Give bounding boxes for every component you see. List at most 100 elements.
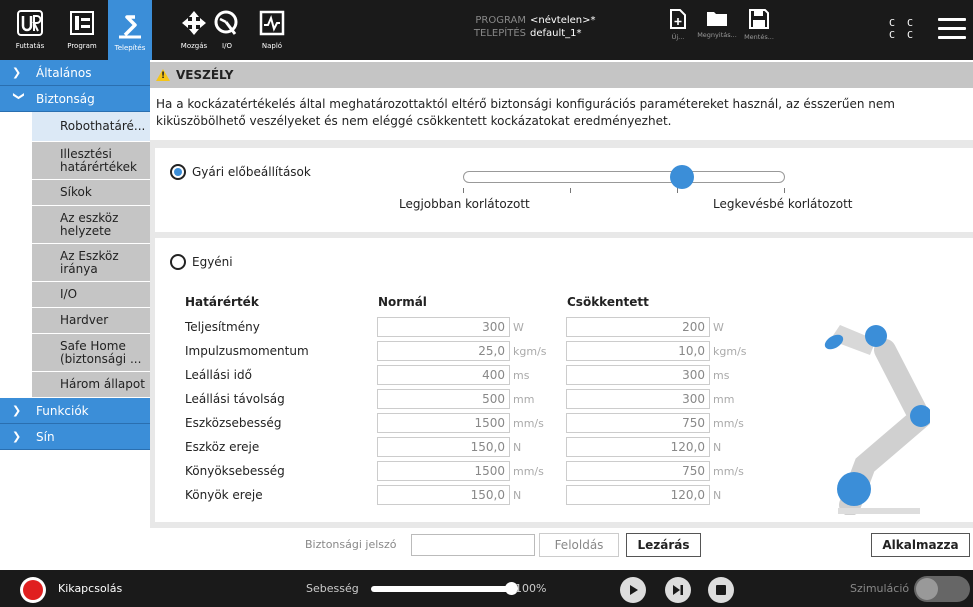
open-file-button[interactable]: Megnyitás...: [692, 8, 742, 54]
stop-icon: [716, 585, 726, 595]
limit-row-label: Impulzusmomentum: [185, 344, 309, 358]
normal-limit-field[interactable]: 400: [377, 365, 510, 385]
sidebar-item-three-position[interactable]: Három állapot: [32, 372, 150, 398]
sidebar-item-io[interactable]: I/O: [32, 282, 150, 308]
sidebar-section-safety[interactable]: ❯ Biztonság: [0, 86, 150, 112]
custom-radio[interactable]: [170, 254, 186, 270]
sidebar-item-label: I/O: [60, 287, 78, 301]
apply-button[interactable]: Alkalmazza: [871, 533, 970, 557]
lock-button[interactable]: Lezárás: [626, 533, 701, 557]
unit-label: W: [513, 321, 524, 334]
step-button[interactable]: [665, 577, 691, 603]
sidebar-item-tool-position[interactable]: Az eszköz helyzete: [32, 206, 150, 244]
restriction-slider-track[interactable]: [463, 171, 785, 183]
installation-icon: [115, 10, 145, 40]
password-input[interactable]: [411, 534, 535, 556]
normal-limit-field[interactable]: 25,0: [377, 341, 510, 361]
bottom-bar: Kikapcsolás Sebesség 100% Szimuláció: [0, 570, 973, 607]
power-label[interactable]: Kikapcsolás: [58, 582, 122, 595]
warning-icon: !: [156, 69, 170, 81]
sidebar: ❯ Általános ❯ Biztonság Robothatáré... I…: [0, 60, 150, 572]
slider-tick: [784, 188, 785, 193]
unit-label: mm/s: [513, 417, 544, 430]
factory-presets-panel: [155, 148, 973, 232]
sidebar-section-features[interactable]: ❯ Funkciók: [0, 398, 150, 424]
factory-presets-radio[interactable]: [170, 164, 186, 180]
slider-tick: [463, 188, 464, 193]
reduced-limit-field[interactable]: 120,0: [566, 485, 710, 505]
sidebar-item-tool-direction[interactable]: Az Eszköz iránya: [32, 244, 150, 282]
col-header-normal: Normál: [378, 295, 427, 309]
reduced-limit-field[interactable]: 750: [566, 413, 710, 433]
factory-presets-label: Gyári előbeállítások: [192, 165, 311, 179]
normal-limit-field[interactable]: 150,0: [377, 437, 510, 457]
nav-run-button[interactable]: Futtatás: [6, 4, 54, 58]
stop-button[interactable]: [708, 577, 734, 603]
reduced-limit-field[interactable]: 200: [566, 317, 710, 337]
limit-row-label: Leállási idő: [185, 368, 252, 382]
chevron-right-icon: ❯: [12, 430, 22, 443]
reduced-limit-field[interactable]: 10,0: [566, 341, 710, 361]
section-label: Általános: [36, 65, 92, 80]
save-file-button[interactable]: Mentés...: [738, 8, 780, 54]
chevron-right-icon: ❯: [12, 66, 22, 79]
unit-label: N: [713, 489, 722, 502]
restriction-slider-handle[interactable]: [669, 165, 694, 189]
sidebar-item-safe-home[interactable]: Safe Home (biztonsági ...: [32, 334, 150, 372]
program-name: <névtelen>*: [530, 15, 596, 26]
nav-label: Telepítés: [114, 44, 146, 52]
reduced-limit-field[interactable]: 300: [566, 365, 710, 385]
slider-tick: [570, 188, 571, 193]
limit-row-label: Könyöksebesség: [185, 464, 285, 478]
sidebar-item-joint-limits[interactable]: Illesztési határértékek: [32, 142, 150, 180]
normal-limit-field[interactable]: 1500: [377, 413, 510, 433]
reduced-limit-field[interactable]: 750: [566, 461, 710, 481]
unit-label: mm/s: [513, 465, 544, 478]
ur-logo-icon: [15, 8, 45, 38]
normal-limit-field[interactable]: 500: [377, 389, 510, 409]
nav-io-button[interactable]: I/O: [203, 4, 251, 58]
step-icon: [673, 585, 683, 595]
sidebar-section-general[interactable]: ❯ Általános: [0, 60, 150, 86]
play-button[interactable]: [620, 577, 646, 603]
chevron-down-icon: ❯: [12, 91, 26, 101]
speed-slider-track[interactable]: [371, 586, 511, 592]
nav-installation-button[interactable]: Telepítés: [108, 0, 152, 60]
limit-row-label: Leállási távolság: [185, 392, 285, 406]
sidebar-item-robot-limits[interactable]: Robothatáré...: [32, 112, 150, 142]
nav-program-button[interactable]: Program: [58, 4, 106, 58]
program-key: PROGRAM: [475, 15, 526, 26]
slider-right-label: Legkevésbé korlátozott: [713, 197, 853, 211]
nav-log-button[interactable]: Napló: [248, 4, 296, 58]
power-icon[interactable]: [20, 577, 46, 603]
sidebar-item-label: Három állapot: [60, 377, 145, 391]
hamburger-menu-icon[interactable]: [938, 18, 966, 42]
speed-value: 100%: [515, 582, 547, 595]
sidebar-section-track[interactable]: ❯ Sín: [0, 424, 150, 450]
reduced-limit-field[interactable]: 300: [566, 389, 710, 409]
log-icon: [257, 8, 287, 38]
reduced-limit-field[interactable]: 120,0: [566, 437, 710, 457]
speed-label: Sebesség: [306, 582, 359, 595]
sidebar-item-label: Safe Home (biztonsági ...: [60, 338, 142, 366]
slider-left-label: Legjobban korlátozott: [399, 197, 530, 211]
unit-label: N: [513, 489, 522, 502]
simulation-label: Szimuláció: [850, 582, 910, 595]
sidebar-item-planes[interactable]: Síkok: [32, 180, 150, 206]
unlock-button[interactable]: Feloldás: [539, 533, 619, 557]
unit-label: ms: [713, 369, 730, 382]
cc-status: C C C C: [889, 18, 916, 42]
installation-name: default_1*: [530, 28, 582, 39]
limit-row-label: Teljesítmény: [185, 320, 260, 334]
normal-limit-field[interactable]: 150,0: [377, 485, 510, 505]
simulation-toggle[interactable]: [914, 576, 970, 602]
sidebar-item-label: Síkok: [60, 185, 92, 199]
sidebar-item-hardware[interactable]: Hardver: [32, 308, 150, 334]
chevron-right-icon: ❯: [12, 404, 22, 417]
play-icon: [630, 585, 638, 595]
normal-limit-field[interactable]: 1500: [377, 461, 510, 481]
new-file-icon: [670, 9, 686, 29]
col-header-reduced: Csökkentett: [567, 295, 649, 309]
sidebar-item-label: Az Eszköz iránya: [60, 248, 119, 276]
normal-limit-field[interactable]: 300: [377, 317, 510, 337]
